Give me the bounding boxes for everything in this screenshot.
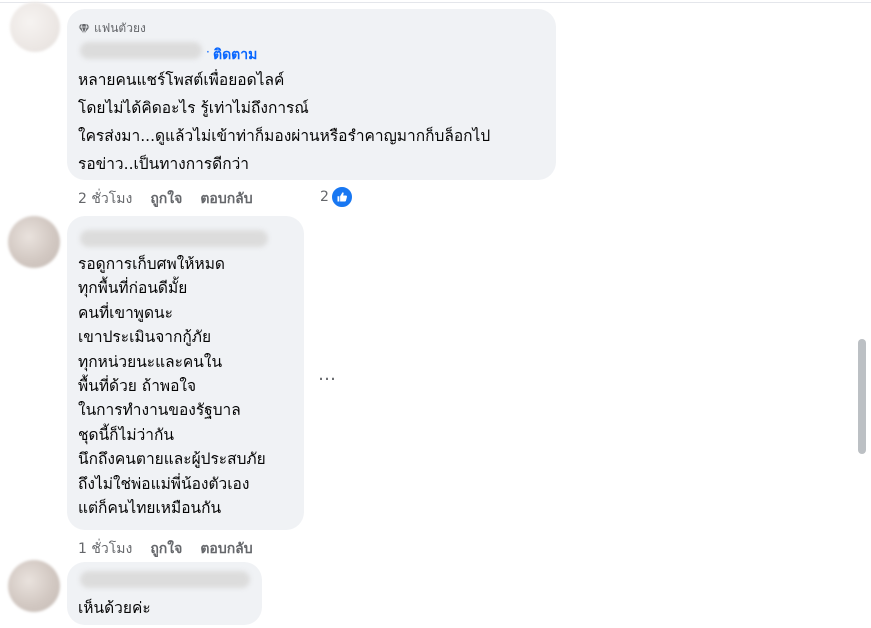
scrollbar-thumb[interactable] <box>858 339 866 454</box>
badge-label: แฟนตัวยง <box>94 21 146 35</box>
comment-actions: 1 ชั่วโมง ถูกใจ ตอบกลับ <box>78 538 253 560</box>
follow-button[interactable]: ติดตาม <box>213 44 257 66</box>
comment-text: รอดูการเก็บศพให้หมด ทุกพื้นที่ก่อนดีมั้ย… <box>78 255 266 518</box>
reaction-count[interactable]: 2 <box>320 186 353 208</box>
name-separator: · <box>206 45 210 59</box>
reaction-number: 2 <box>320 189 329 205</box>
commenter-name[interactable] <box>80 571 250 588</box>
reply-button[interactable]: ตอบกลับ <box>200 188 252 210</box>
comment-text: เห็นด้วยค่ะ <box>78 599 151 617</box>
like-icon <box>330 186 353 208</box>
comment-time[interactable]: 2 ชั่วโมง <box>78 188 132 210</box>
comment-text: หลายคนแชร์โพสต์เพื่อยอดไลค์ โดยไม่ได้คิด… <box>78 71 491 173</box>
avatar[interactable] <box>8 216 60 268</box>
top-fan-badge: แฟนตัวยง <box>78 19 146 38</box>
commenter-name[interactable] <box>80 230 268 247</box>
comment-actions: 2 ชั่วโมง ถูกใจ ตอบกลับ <box>78 188 253 210</box>
avatar[interactable] <box>8 560 60 612</box>
reply-button[interactable]: ตอบกลับ <box>200 538 252 560</box>
comment-time[interactable]: 1 ชั่วโมง <box>78 538 132 560</box>
like-button[interactable]: ถูกใจ <box>150 538 182 560</box>
avatar[interactable] <box>10 2 60 52</box>
like-button[interactable]: ถูกใจ <box>150 188 182 210</box>
top-divider <box>0 2 871 3</box>
commenter-name[interactable] <box>80 42 202 59</box>
more-options-icon[interactable]: … <box>318 364 337 385</box>
diamond-icon <box>78 23 90 35</box>
